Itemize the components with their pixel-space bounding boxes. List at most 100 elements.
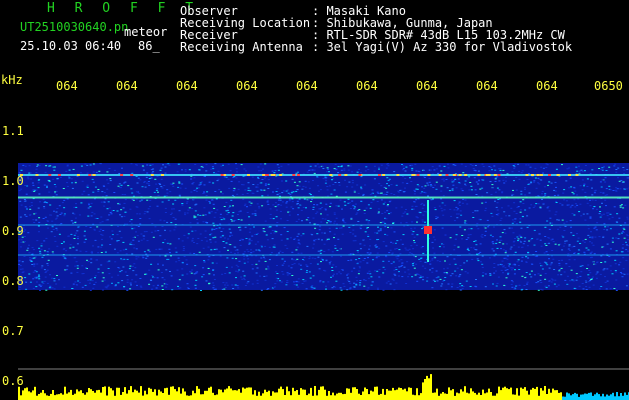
noise-speck xyxy=(217,178,220,180)
noise-speck xyxy=(342,225,345,227)
noise-speck xyxy=(481,187,484,189)
noise-speck xyxy=(161,277,164,279)
power-bar xyxy=(62,394,64,400)
noise-speck xyxy=(464,165,467,167)
noise-speck xyxy=(286,247,289,249)
power-bar xyxy=(478,392,480,400)
noise-speck xyxy=(66,165,69,167)
power-bar xyxy=(176,391,178,400)
noise-speck xyxy=(235,163,237,165)
noise-speck xyxy=(42,198,45,200)
noise-speck xyxy=(285,190,288,192)
noise-speck xyxy=(543,186,546,188)
noise-speck xyxy=(442,243,445,245)
noise-speck xyxy=(493,255,496,257)
noise-speck xyxy=(266,201,269,203)
noise-speck xyxy=(481,202,484,204)
noise-speck xyxy=(157,269,160,271)
noise-speck xyxy=(89,164,92,166)
noise-speck xyxy=(562,192,565,194)
noise-speck xyxy=(108,214,111,216)
noise-speck xyxy=(264,220,267,222)
noise-speck xyxy=(125,253,128,255)
noise-speck xyxy=(610,270,612,272)
noise-speck xyxy=(595,229,598,231)
noise-speck xyxy=(246,261,249,263)
noise-speck xyxy=(583,241,586,243)
noise-speck xyxy=(296,200,299,202)
noise-speck xyxy=(286,274,289,276)
noise-speck xyxy=(589,252,592,254)
noise-speck xyxy=(346,274,348,276)
noise-speck xyxy=(367,169,370,170)
noise-speck xyxy=(573,287,576,289)
power-bar xyxy=(180,393,182,400)
noise-speck xyxy=(347,260,350,261)
noise-speck xyxy=(503,284,506,286)
noise-speck xyxy=(66,265,69,267)
noise-speck xyxy=(130,222,133,224)
noise-speck xyxy=(146,199,149,201)
noise-speck xyxy=(260,170,263,172)
noise-speck xyxy=(406,213,409,215)
noise-speck xyxy=(256,203,259,205)
noise-speck xyxy=(101,289,104,291)
noise-speck xyxy=(615,171,618,173)
noise-speck xyxy=(528,207,531,209)
noise-speck xyxy=(215,172,218,174)
power-bar xyxy=(490,392,492,400)
noise-speck xyxy=(267,288,270,289)
power-bar xyxy=(120,394,122,400)
noise-speck xyxy=(257,178,260,179)
noise-speck xyxy=(371,281,374,283)
noise-speck xyxy=(586,250,589,251)
power-bar xyxy=(64,386,66,400)
noise-speck xyxy=(316,233,319,235)
noise-speck xyxy=(519,221,522,223)
noise-speck xyxy=(600,286,603,287)
noise-speck xyxy=(19,265,22,267)
noise-speck xyxy=(601,246,604,248)
noise-speck xyxy=(321,166,324,168)
noise-speck xyxy=(466,260,468,262)
noise-speck xyxy=(593,253,596,255)
noise-speck xyxy=(81,265,84,267)
noise-speck xyxy=(33,213,36,215)
noise-speck xyxy=(184,169,187,170)
power-bar xyxy=(266,391,268,400)
noise-speck xyxy=(51,277,53,279)
noise-speck xyxy=(332,264,335,266)
noise-speck xyxy=(228,206,231,208)
noise-speck xyxy=(548,258,550,260)
noise-speck xyxy=(235,258,238,260)
noise-speck xyxy=(255,272,258,274)
power-bar xyxy=(540,388,542,400)
noise-speck xyxy=(525,272,528,273)
noise-speck xyxy=(449,275,452,277)
noise-speck xyxy=(231,284,234,286)
noise-speck xyxy=(273,244,276,246)
noise-speck xyxy=(388,178,391,180)
noise-speck xyxy=(191,239,194,241)
noise-speck xyxy=(406,261,409,263)
noise-speck xyxy=(353,191,356,193)
noise-speck xyxy=(195,189,198,191)
noise-speck xyxy=(577,253,580,255)
power-bar xyxy=(192,390,194,400)
noise-speck xyxy=(336,223,338,225)
noise-speck xyxy=(626,273,629,275)
noise-speck xyxy=(209,241,212,243)
noise-speck xyxy=(454,178,457,180)
noise-speck xyxy=(143,213,146,215)
noise-speck xyxy=(315,213,318,215)
noise-speck xyxy=(257,166,260,168)
noise-speck xyxy=(191,230,194,232)
noise-speck xyxy=(175,261,178,263)
noise-speck xyxy=(166,258,169,260)
noise-speck xyxy=(482,179,485,181)
noise-speck xyxy=(169,183,172,185)
noise-speck xyxy=(76,236,79,238)
noise-speck xyxy=(172,185,175,187)
power-bar xyxy=(48,395,50,400)
noise-speck xyxy=(238,260,241,262)
